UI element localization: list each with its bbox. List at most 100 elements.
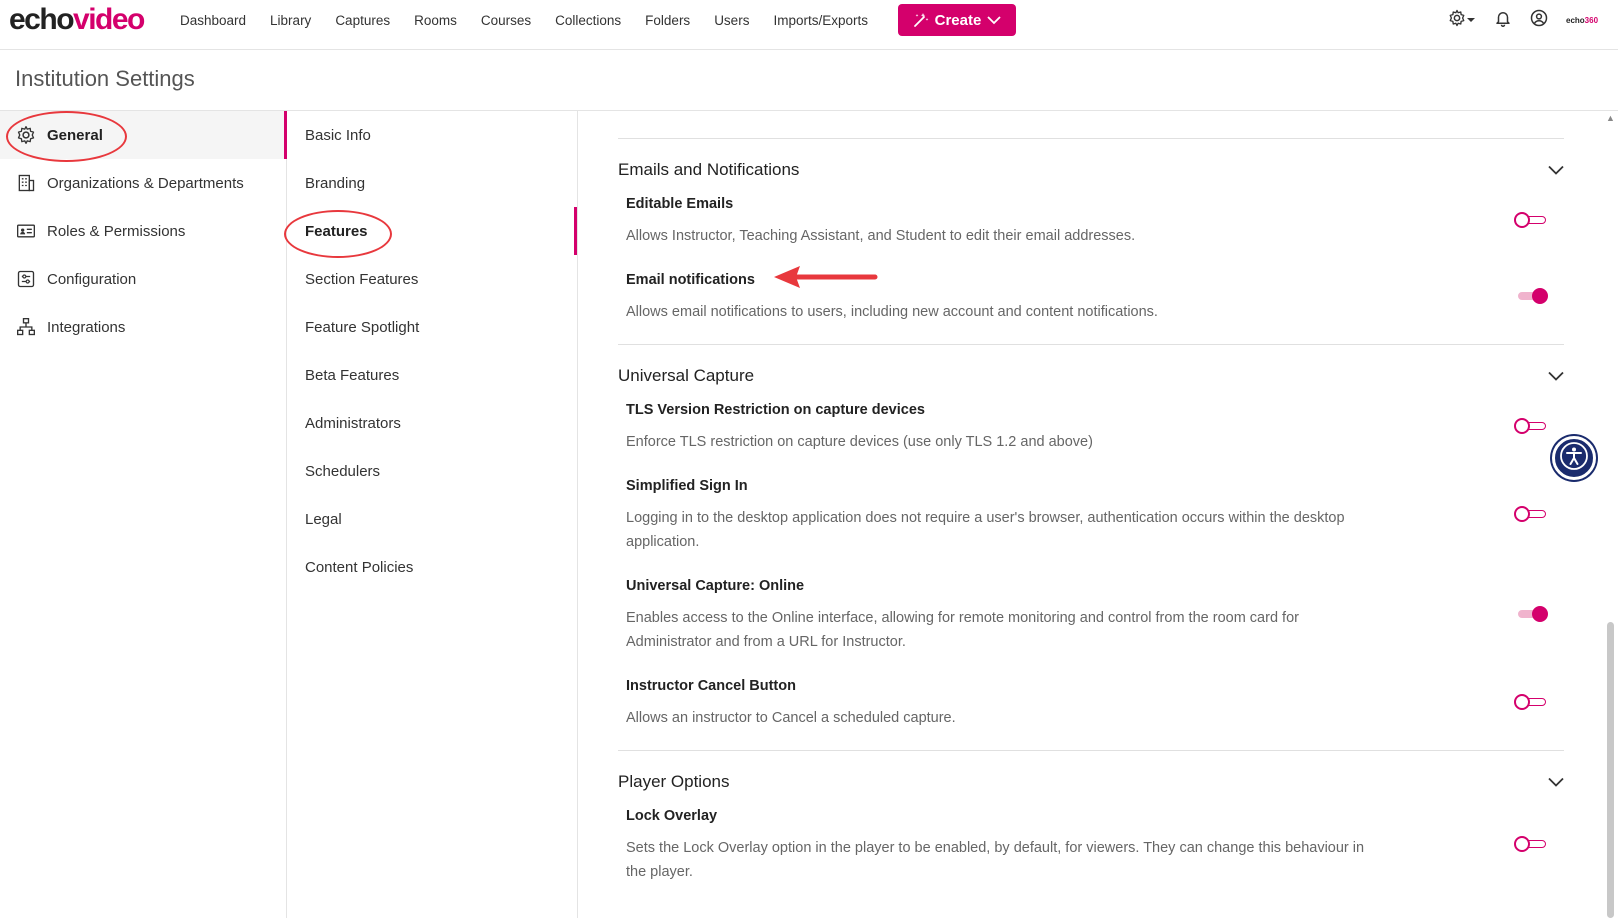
sidebar-item-label: Integrations — [47, 318, 126, 336]
section-divider — [618, 750, 1564, 751]
nav-captures[interactable]: Captures — [335, 13, 390, 28]
nav-rooms[interactable]: Rooms — [414, 13, 457, 28]
section-header-player-options[interactable]: Player Options — [618, 762, 1564, 802]
setting-title: Lock Overlay — [626, 808, 718, 824]
logo-video: video — [73, 3, 145, 36]
section-title: Universal Capture — [618, 366, 755, 385]
subnav-branding[interactable]: Branding — [288, 159, 578, 207]
echo360-logo: echo360 — [1566, 16, 1598, 25]
subnav-content-policies[interactable]: Content Policies — [288, 543, 578, 591]
sidebar-item-organizations[interactable]: Organizations & Departments — [0, 159, 287, 207]
subnav-feature-spotlight[interactable]: Feature Spotlight — [288, 303, 578, 351]
logo-echo: echo — [9, 3, 75, 36]
setting-title: TLS Version Restriction on capture devic… — [626, 402, 925, 418]
toggle-knob — [1532, 288, 1548, 304]
email-notifications-toggle[interactable] — [1514, 287, 1548, 305]
sidebar-active-indicator — [284, 111, 287, 159]
subnav-schedulers[interactable]: Schedulers — [288, 447, 578, 495]
section-divider — [618, 344, 1564, 345]
subnav-administrators[interactable]: Administrators — [288, 399, 578, 447]
toggle-knob — [1532, 606, 1548, 622]
sidebar-item-label: Configuration — [47, 270, 137, 288]
annotation-circle-features — [284, 210, 392, 258]
notifications-button[interactable] — [1494, 9, 1512, 32]
nav-library[interactable]: Library — [270, 13, 311, 28]
account-button[interactable] — [1530, 9, 1548, 32]
main-nav: Dashboard Library Captures Rooms Courses… — [180, 0, 892, 40]
subnav-legal[interactable]: Legal — [288, 495, 578, 543]
scroll-up-arrow-icon[interactable]: ▲ — [1606, 113, 1615, 123]
subnav-active-indicator — [574, 207, 577, 255]
sidebar-item-integrations[interactable]: Integrations — [0, 303, 287, 351]
setting-description: Allows email notifications to users, inc… — [626, 304, 1158, 320]
mini-logo-echo: echo — [1566, 15, 1585, 25]
section-divider — [618, 138, 1564, 139]
toggle-knob — [1514, 694, 1530, 710]
section-header-universal-capture[interactable]: Universal Capture — [618, 356, 1564, 396]
nav-collections[interactable]: Collections — [555, 13, 621, 28]
simplified-sign-in-toggle[interactable] — [1514, 505, 1548, 523]
accessibility-button[interactable] — [1552, 436, 1596, 480]
scrollbar-thumb[interactable] — [1607, 622, 1614, 918]
network-icon — [15, 316, 37, 338]
toggle-knob — [1514, 506, 1530, 522]
lock-overlay-toggle[interactable] — [1514, 835, 1548, 853]
id-card-icon — [15, 220, 37, 242]
instructor-cancel-toggle[interactable] — [1514, 693, 1548, 711]
sidebar-item-label: Roles & Permissions — [47, 222, 186, 240]
building-icon — [15, 172, 37, 194]
section-title: Emails and Notifications — [618, 160, 800, 179]
setting-description: Logging in to the desktop application do… — [626, 510, 1345, 550]
user-circle-icon — [1530, 9, 1548, 32]
setting-title: Simplified Sign In — [626, 478, 748, 494]
chevron-down-icon — [1548, 772, 1564, 792]
gear-icon — [1448, 9, 1466, 32]
chevron-down-icon — [1548, 160, 1564, 180]
nav-users[interactable]: Users — [714, 13, 749, 28]
sidebar-item-roles[interactable]: Roles & Permissions — [0, 207, 287, 255]
settings-menu[interactable] — [1448, 9, 1476, 32]
chevron-down-icon — [987, 15, 1001, 25]
section-header-emails[interactable]: Emails and Notifications — [618, 150, 1564, 190]
section-title: Player Options — [618, 772, 730, 791]
setting-title: Email notifications — [626, 272, 755, 288]
top-nav: echovideo Dashboard Library Captures Roo… — [0, 0, 1618, 50]
nav-utility-icons: echo360 — [1448, 8, 1598, 32]
setting-title: Instructor Cancel Button — [626, 678, 796, 694]
tls-restriction-toggle[interactable] — [1514, 417, 1548, 435]
subnav-section-features[interactable]: Section Features — [288, 255, 578, 303]
nav-imports-exports[interactable]: Imports/Exports — [773, 13, 868, 28]
toggle-knob — [1514, 418, 1530, 434]
toggle-knob — [1514, 836, 1530, 852]
chevron-down-icon — [1548, 366, 1564, 386]
setting-description: Sets the Lock Overlay option in the play… — [626, 840, 1365, 880]
mini-logo-360: 360 — [1584, 15, 1599, 25]
sliders-icon — [15, 268, 37, 290]
magic-wand-icon — [913, 12, 929, 28]
toggle-knob — [1514, 212, 1530, 228]
subnav-basic-info[interactable]: Basic Info — [288, 111, 578, 159]
universal-capture-online-toggle[interactable] — [1514, 605, 1548, 623]
editable-emails-toggle[interactable] — [1514, 211, 1548, 229]
subnav-beta-features[interactable]: Beta Features — [288, 351, 578, 399]
echovideo-logo[interactable]: echovideo — [9, 2, 145, 38]
bell-icon — [1494, 9, 1512, 32]
setting-title: Universal Capture: Online — [626, 578, 805, 594]
nav-folders[interactable]: Folders — [645, 13, 690, 28]
accessibility-icon — [1559, 441, 1589, 476]
sidebar-item-label: Organizations & Departments — [47, 174, 244, 192]
page-title: Institution Settings — [15, 66, 195, 91]
nav-courses[interactable]: Courses — [481, 13, 531, 28]
annotation-circle-general — [6, 111, 127, 162]
setting-title: Editable Emails — [626, 196, 734, 212]
setting-description: Allows Instructor, Teaching Assistant, a… — [626, 228, 1136, 244]
setting-description: Enables access to the Online interface, … — [626, 610, 1299, 650]
setting-description: Allows an instructor to Cancel a schedul… — [626, 710, 956, 726]
sidebar-item-configuration[interactable]: Configuration — [0, 255, 287, 303]
nav-dashboard[interactable]: Dashboard — [180, 13, 246, 28]
create-button[interactable]: Create — [898, 4, 1016, 36]
setting-description: Enforce TLS restriction on capture devic… — [626, 434, 1093, 450]
annotation-arrow — [772, 262, 878, 297]
settings-sidebar: General Organizations & Departments Role… — [0, 111, 287, 918]
create-label: Create — [934, 11, 982, 29]
